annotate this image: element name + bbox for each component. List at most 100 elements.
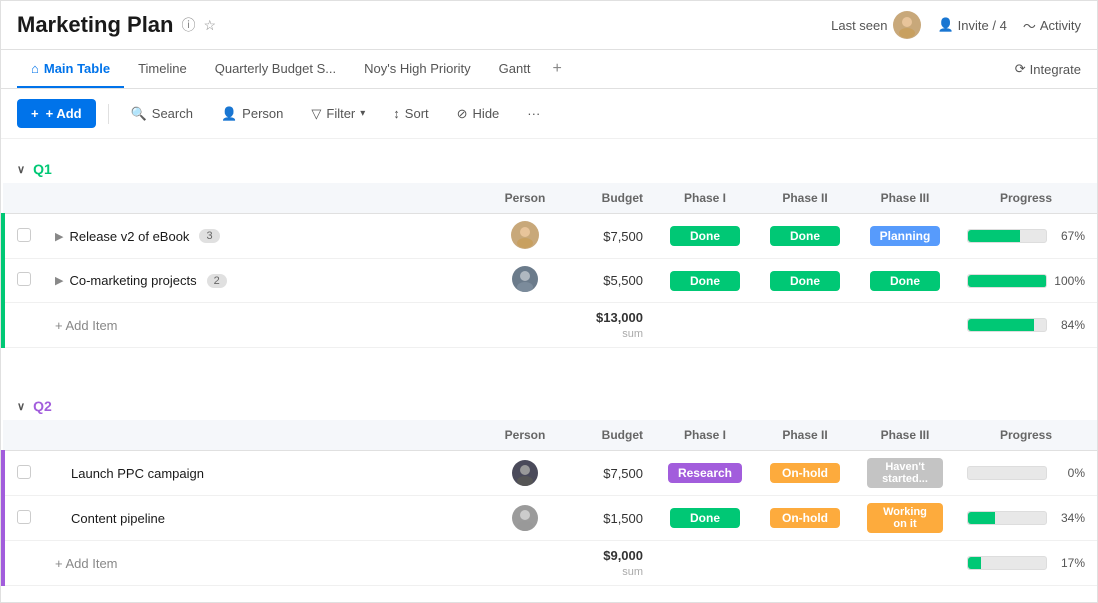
phase-badge: Done: [670, 226, 740, 246]
row-checkbox[interactable]: [3, 451, 43, 496]
page-title: Marketing Plan: [17, 12, 173, 38]
th-q1-phase3: Phase III: [855, 183, 955, 214]
phase-badge: On-hold: [770, 508, 840, 528]
phase-badge: Done: [770, 271, 840, 291]
add-item-sum: $13,000 sum: [565, 303, 655, 348]
row-count: 3: [199, 229, 219, 243]
progress-bar-outer: [967, 466, 1047, 480]
row-budget: $7,500: [565, 214, 655, 259]
progress-pct: 67%: [1053, 229, 1085, 243]
row-label: Launch PPC campaign: [55, 466, 204, 481]
row-progress: 67%: [955, 214, 1097, 259]
info-icon[interactable]: ⓘ: [181, 15, 195, 35]
add-item-link[interactable]: + Add Item: [55, 556, 118, 571]
row-budget: $5,500: [565, 259, 655, 303]
progress-bar-inner: [968, 275, 1046, 287]
row-phase2: On-hold: [755, 451, 855, 496]
group-q2-label: Q2: [33, 398, 52, 414]
add-item-link[interactable]: + Add Item: [55, 318, 118, 333]
row-label: Release v2 of eBook: [69, 229, 189, 244]
hide-icon: ⊘: [457, 106, 468, 122]
progress-bar-outer: [967, 274, 1047, 288]
avatar-q2r2: [512, 505, 538, 531]
sort-button[interactable]: ↕ Sort: [383, 100, 438, 127]
row-name-cell: ▶ Co-marketing projects 2: [43, 259, 445, 303]
progress-bar-inner: [968, 319, 1034, 331]
add-item-phase1: [655, 303, 755, 348]
th-check: [3, 420, 43, 451]
th-name: [43, 420, 445, 451]
progress-bar-inner: [968, 512, 995, 524]
th-q1-person-label: Person: [485, 183, 565, 214]
progress-bar-inner: [968, 557, 981, 569]
row-phase1: Done: [655, 259, 755, 303]
row-expand-icon[interactable]: ▶: [55, 230, 63, 243]
phase-badge: Working on it: [867, 503, 943, 533]
row-person: [485, 496, 565, 541]
row-phase3: Planning: [855, 214, 955, 259]
th-q2-phase2: Phase II: [755, 420, 855, 451]
row-phase3: Working on it: [855, 496, 955, 541]
row-phase2: Done: [755, 214, 855, 259]
activity-button[interactable]: 〜 Activity: [1023, 16, 1081, 35]
sum-label: sum: [622, 328, 643, 340]
filter-button[interactable]: ▽ Filter ▾: [301, 100, 375, 128]
person-filter-button[interactable]: 👤 Person: [211, 100, 293, 128]
sum-value: $9,000: [577, 548, 643, 563]
tab-add[interactable]: +: [544, 50, 569, 88]
group-q2-toggle[interactable]: ∨: [17, 400, 25, 413]
row-budget: $7,500: [565, 451, 655, 496]
row-phase1: Research: [655, 451, 755, 496]
invite-button[interactable]: 👤 Invite / 4: [937, 17, 1006, 33]
progress-bar-outer: [967, 229, 1047, 243]
integrate-button[interactable]: ⟳ Integrate: [1015, 51, 1081, 87]
add-item-phase2: [755, 541, 855, 586]
home-icon: ⌂: [31, 61, 39, 76]
activity-icon: 〜: [1023, 16, 1036, 35]
hide-button[interactable]: ⊘ Hide: [447, 100, 510, 128]
progress-bar-inner: [968, 230, 1020, 242]
row-checkbox[interactable]: [3, 259, 43, 303]
add-button[interactable]: + + Add: [17, 99, 96, 128]
tab-quarterly-budget[interactable]: Quarterly Budget S...: [201, 51, 350, 88]
table-row: Content pipeline ⊕ $1,500 Done On-hold: [3, 496, 1097, 541]
star-icon[interactable]: ☆: [203, 17, 216, 34]
add-item-phase3: [855, 303, 955, 348]
sum-label: sum: [622, 566, 643, 578]
app-container: Marketing Plan ⓘ ☆ Last seen 👤 Invite / …: [0, 0, 1098, 603]
tab-noy-priority[interactable]: Noy's High Priority: [350, 51, 485, 88]
table-row: ▶ Co-marketing projects 2 ⊕ $5,500: [3, 259, 1097, 303]
row-progress: 34%: [955, 496, 1097, 541]
row-phase3: Done: [855, 259, 955, 303]
row-budget: $1,500: [565, 496, 655, 541]
table-row: Launch PPC campaign ⊕ $7,500 Research On…: [3, 451, 1097, 496]
q2-column-headers: Person Budget Phase I Phase II Phase III…: [3, 420, 1097, 451]
tab-gantt[interactable]: Gantt: [485, 51, 545, 88]
avatar-row2: [512, 266, 538, 292]
search-button[interactable]: 🔍 Search: [121, 100, 203, 128]
th-check: [3, 183, 43, 214]
add-item-check: [3, 303, 43, 348]
tab-main-table[interactable]: ⌂ Main Table: [17, 51, 124, 88]
more-button[interactable]: ···: [517, 100, 550, 127]
add-item-phase3: [855, 541, 955, 586]
row-person: [485, 214, 565, 259]
group-q1-toggle[interactable]: ∨: [17, 163, 25, 176]
progress-bar-outer: [967, 511, 1047, 525]
last-seen-label: Last seen: [831, 18, 887, 33]
tab-timeline[interactable]: Timeline: [124, 51, 201, 88]
table-row: ▶ Release v2 of eBook 3 ⊕ $7,500: [3, 214, 1097, 259]
row-checkbox[interactable]: [3, 214, 43, 259]
avatar: [893, 11, 921, 39]
progress-pct: 34%: [1053, 511, 1085, 525]
toolbar-separator: [108, 104, 109, 124]
group-q1-header[interactable]: ∨ Q1: [1, 155, 1097, 183]
group-q2-header[interactable]: ∨ Q2: [1, 392, 1097, 420]
row-checkbox[interactable]: [3, 496, 43, 541]
group-q2: ∨ Q2 Person Budget Phase I Phase II Phas…: [1, 392, 1097, 586]
phase-badge: Done: [770, 226, 840, 246]
tabs: ⌂ Main Table Timeline Quarterly Budget S…: [1, 50, 1097, 89]
add-item-check: [3, 541, 43, 586]
progress-pct: 17%: [1053, 556, 1085, 570]
row-expand-icon[interactable]: ▶: [55, 274, 63, 287]
